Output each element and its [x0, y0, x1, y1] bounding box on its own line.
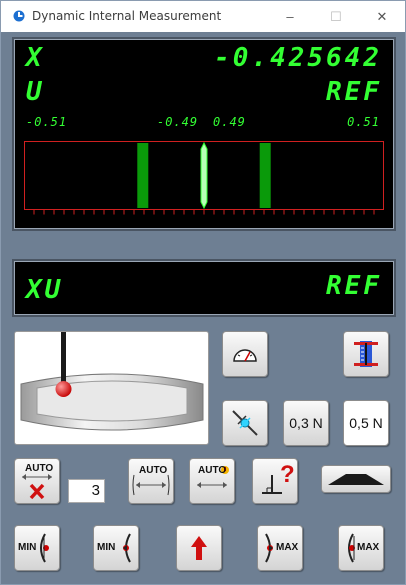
axis-label: X — [26, 43, 45, 73]
title-bar: Dynamic Internal Measurement – ☐ ✕ — [1, 1, 405, 32]
min-left-text: MIN — [18, 542, 37, 553]
force-high-button[interactable]: 0,5 N — [343, 400, 389, 446]
sub-axis-label: U — [26, 77, 45, 107]
min-right-text: MIN — [97, 542, 116, 553]
force-low-button[interactable]: 0,3 N — [283, 400, 329, 446]
auto-alert-text: AUTO — [198, 465, 227, 476]
tolerance-right-marker — [259, 143, 271, 208]
max-left-button[interactable]: MAX — [257, 525, 303, 571]
max-right-text: MAX — [357, 542, 380, 553]
scale-min-left: -0.51 — [26, 115, 68, 129]
auto-cancel-text: AUTO — [25, 463, 54, 474]
auto-measure-button[interactable]: AUTO — [128, 458, 174, 504]
question-mark: ? — [280, 461, 295, 488]
up-arrow-icon — [191, 536, 207, 560]
probe-image — [14, 331, 209, 445]
auto-cancel-button[interactable]: AUTO — [14, 458, 60, 504]
maximize-button[interactable]: ☐ — [313, 1, 359, 32]
force-high-label: 0,5 N — [349, 415, 383, 431]
measurement-pointer — [200, 141, 208, 210]
scale-ticks — [33, 209, 375, 215]
gauge-button[interactable] — [222, 331, 268, 377]
close-button[interactable]: ✕ — [359, 1, 405, 32]
tolerance-left-marker — [137, 143, 149, 208]
max-right-button[interactable]: MAX — [338, 525, 384, 571]
auto-count-field[interactable]: 3 — [68, 479, 105, 503]
min-left-button[interactable]: MIN — [14, 525, 60, 571]
force-low-label: 0,3 N — [289, 415, 323, 431]
measurement-value: -0.425642 — [214, 43, 382, 73]
profile-icon — [328, 474, 384, 485]
app-window: Dynamic Internal Measurement – ☐ ✕ X -0.… — [0, 0, 406, 585]
secondary-ref-label: REF — [326, 271, 382, 301]
auto-measure-text: AUTO — [139, 465, 168, 476]
window-title: Dynamic Internal Measurement — [32, 9, 222, 23]
probe-touch-button[interactable] — [222, 400, 268, 446]
main-display: X -0.425642 U REF -0.51 -0.49 0.49 0.51 — [12, 37, 396, 231]
secondary-display: XU REF — [12, 259, 396, 317]
ref-label: REF — [326, 77, 382, 107]
secondary-axis-label: XU — [26, 275, 64, 305]
scale-max-right: 0.51 — [347, 115, 380, 129]
calibration-icon — [354, 341, 378, 367]
minimize-button[interactable]: – — [267, 1, 313, 32]
min-right-button[interactable]: MIN — [93, 525, 139, 571]
app-icon — [13, 10, 25, 22]
scale-inner-left: -0.49 — [157, 115, 199, 129]
profile-button[interactable] — [321, 465, 391, 493]
probe-touch-icon — [232, 410, 258, 436]
scale-inner-right: 0.49 — [213, 115, 246, 129]
calibration-button[interactable] — [343, 331, 389, 377]
tolerance-bar-graph — [24, 141, 384, 215]
max-left-text: MAX — [276, 542, 299, 553]
gauge-icon — [233, 349, 257, 362]
auto-alert-button[interactable]: AUTO — [189, 458, 235, 504]
perpendicular-question-button[interactable]: ? — [252, 458, 298, 504]
up-arrow-button[interactable] — [176, 525, 222, 571]
